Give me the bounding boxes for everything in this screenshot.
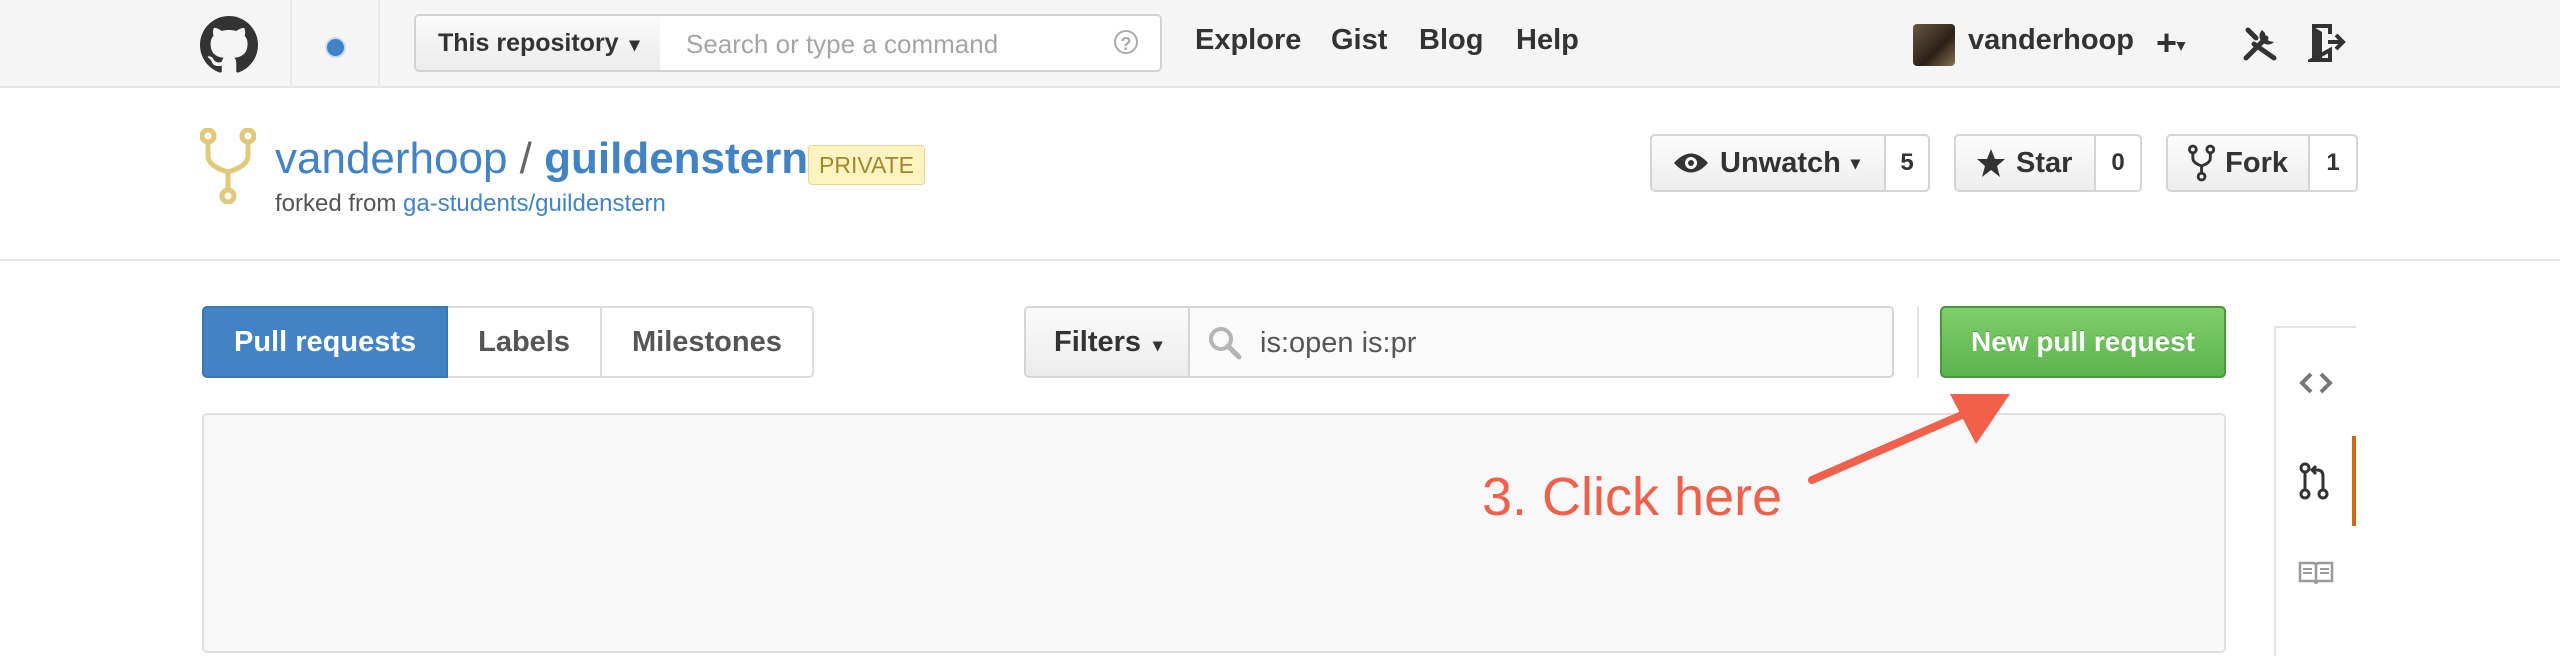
- nav-gist-link[interactable]: Gist: [1331, 24, 1387, 57]
- github-octocat-logo[interactable]: [200, 16, 258, 74]
- side-nav-code[interactable]: [2276, 338, 2356, 428]
- sign-out-icon[interactable]: [2308, 22, 2348, 64]
- stargazers-count[interactable]: 0: [2096, 134, 2142, 192]
- site-search-box[interactable]: ?: [660, 14, 1162, 72]
- repo-name-link[interactable]: guildenstern: [544, 134, 808, 183]
- annotation-text: 3. Click here: [1482, 467, 1783, 527]
- site-search-input[interactable]: [684, 16, 1098, 72]
- side-nav-pull-requests[interactable]: [2276, 436, 2356, 526]
- subnav-milestones[interactable]: Milestones: [602, 306, 814, 378]
- filters-label: Filters: [1054, 326, 1142, 358]
- create-new-button[interactable]: +▾: [2156, 22, 2185, 64]
- watch-button-group: Unwatch ▾ 5: [1650, 134, 1930, 192]
- subnav-pull-requests[interactable]: Pull requests: [202, 306, 449, 378]
- settings-tools-icon[interactable]: [2240, 24, 2280, 64]
- repo-title: vanderhoop / guildenstern: [275, 134, 808, 184]
- forked-from-label: forked from: [275, 190, 404, 217]
- forks-count[interactable]: 1: [2310, 134, 2358, 192]
- star-icon: [1977, 149, 2005, 177]
- new-pull-request-button[interactable]: New pull request: [1940, 306, 2226, 378]
- annotation-arrow-icon: [1808, 394, 2010, 484]
- star-button[interactable]: Star: [1954, 134, 2096, 192]
- repo-owner-link[interactable]: vanderhoop: [275, 134, 507, 183]
- forked-from-text: forked from ga-students/guildenstern: [275, 190, 666, 218]
- eye-icon: [1674, 153, 1708, 173]
- fork-icon: [2188, 144, 2216, 182]
- user-avatar[interactable]: [1913, 24, 1955, 66]
- chevron-down-icon: ▾: [629, 34, 640, 56]
- repo-title-separator: /: [519, 134, 532, 183]
- repo-header-divider: [0, 259, 2560, 261]
- side-nav-wiki[interactable]: [2276, 528, 2356, 618]
- book-icon: [2298, 561, 2334, 585]
- unwatch-button[interactable]: Unwatch ▾: [1650, 134, 1886, 192]
- plus-icon: +: [2156, 22, 2178, 63]
- fork-button-group: Fork 1: [2166, 134, 2358, 192]
- star-label: Star: [2016, 147, 2073, 179]
- help-icon[interactable]: ?: [1114, 30, 1138, 54]
- username-link[interactable]: vanderhoop: [1968, 24, 2134, 57]
- chevron-down-icon: ▾: [1850, 153, 1860, 173]
- chevron-down-icon: ▾: [1153, 335, 1163, 355]
- search-scope-dropdown[interactable]: This repository ▾: [414, 14, 662, 72]
- issues-subnav: Pull requests Labels Milestones: [202, 306, 814, 378]
- nav-blog-link[interactable]: Blog: [1419, 24, 1483, 57]
- nav-help-link[interactable]: Help: [1516, 24, 1579, 57]
- subnav-labels[interactable]: Labels: [448, 306, 602, 378]
- private-badge: PRIVATE: [808, 145, 925, 185]
- filters-dropdown[interactable]: Filters ▾: [1024, 306, 1190, 378]
- fork-button[interactable]: Fork: [2166, 134, 2310, 192]
- forked-from-link[interactable]: ga-students/guildenstern: [403, 190, 666, 217]
- star-button-group: Star 0: [1954, 134, 2142, 192]
- search-icon: [1209, 327, 1242, 360]
- fork-label: Fork: [2225, 147, 2288, 179]
- header-divider: [378, 0, 380, 88]
- subnav-divider: [1917, 306, 1919, 378]
- unwatch-label: Unwatch: [1720, 147, 1841, 179]
- code-icon: [2299, 372, 2333, 394]
- filter-search-box[interactable]: [1188, 306, 1894, 378]
- filter-search-input[interactable]: [1258, 308, 1862, 378]
- chevron-down-icon: ▾: [2177, 37, 2186, 55]
- header-divider: [290, 0, 292, 88]
- repo-forked-icon: [200, 128, 256, 204]
- notification-indicator-icon[interactable]: [327, 39, 344, 56]
- nav-explore-link[interactable]: Explore: [1195, 24, 1301, 57]
- search-scope-label: This repository: [438, 29, 619, 57]
- repo-side-nav: [2274, 326, 2356, 656]
- watchers-count[interactable]: 5: [1886, 134, 1930, 192]
- git-pull-request-icon: [2299, 462, 2329, 500]
